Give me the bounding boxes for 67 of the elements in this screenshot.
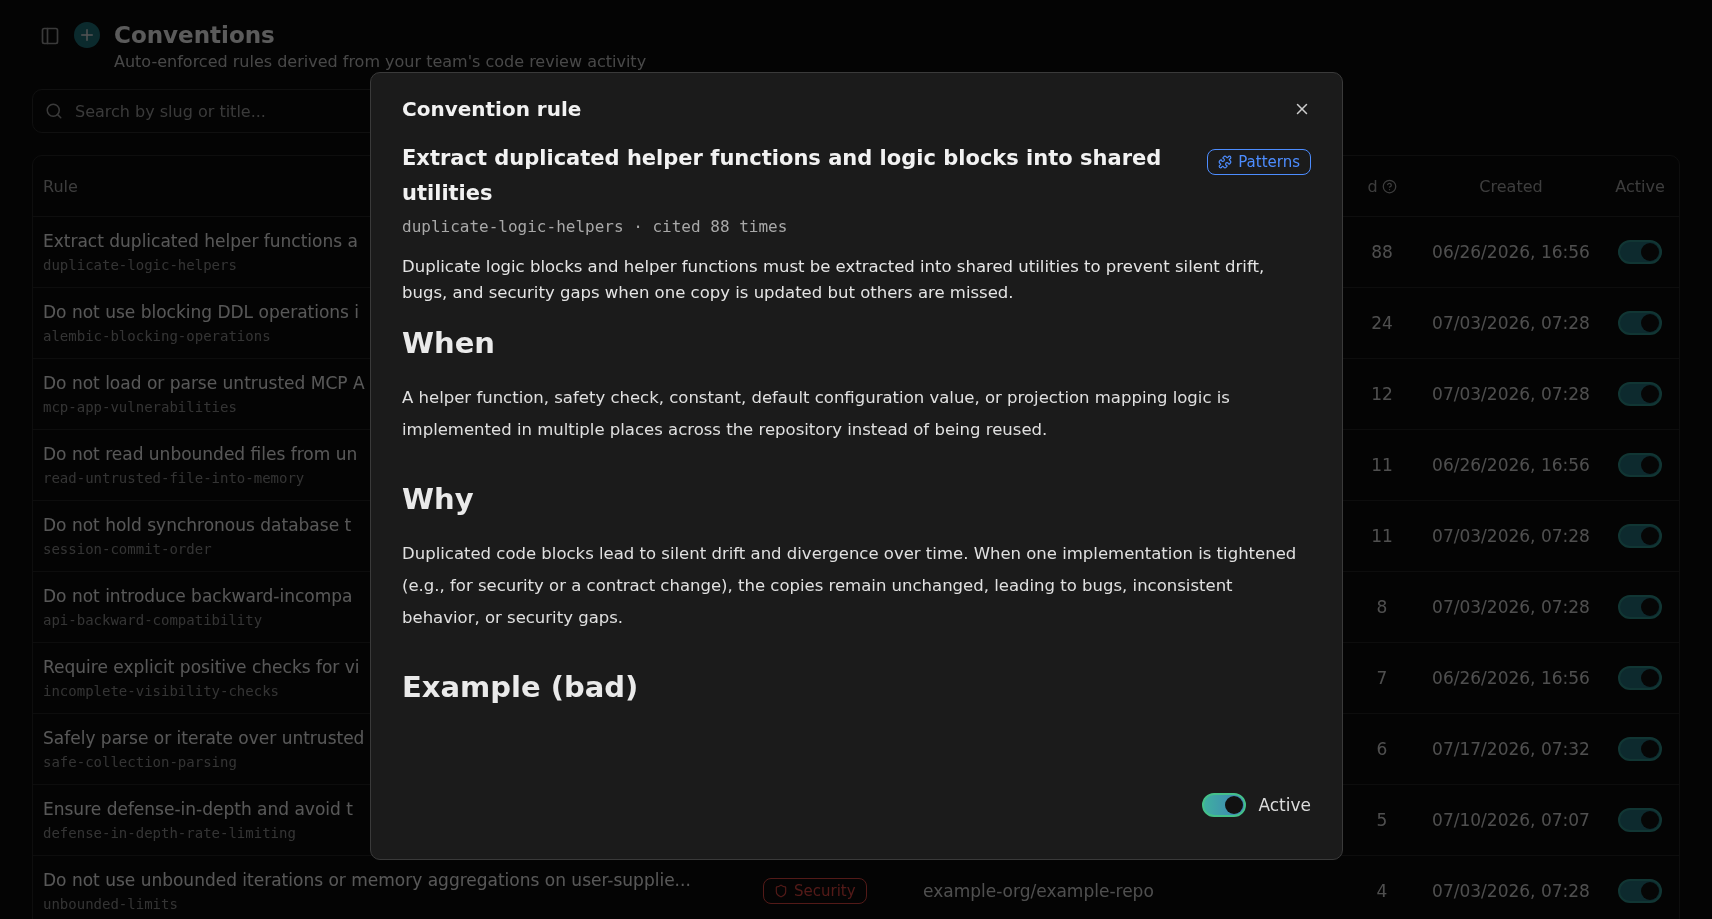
rule-title[interactable]: Require explicit positive checks for vi <box>43 657 360 677</box>
cited-count: 12 <box>1371 384 1393 404</box>
category-badge: Security <box>763 878 867 904</box>
rule-title[interactable]: Do not load or parse untrusted MCP A <box>43 373 365 393</box>
active-label: Active <box>1258 795 1311 815</box>
created-date: 07/03/2026, 07:28 <box>1432 881 1590 901</box>
page-title: Conventions <box>114 22 276 48</box>
section-heading: Example (bad) <box>402 670 640 704</box>
rule-title[interactable]: Do not use blocking DDL operations i <box>43 302 360 322</box>
column-header[interactable]: d <box>1367 176 1378 196</box>
plus-icon <box>78 26 96 44</box>
cited-count: 24 <box>1371 313 1393 333</box>
cited-count: 5 <box>1376 810 1388 830</box>
created-date: 07/03/2026, 07:28 <box>1432 597 1590 617</box>
toggle-switch[interactable] <box>1618 453 1662 477</box>
toggle-switch[interactable] <box>1618 808 1662 832</box>
rule-title[interactable]: Extract duplicated helper functions a <box>43 231 358 251</box>
created-date: 06/26/2026, 16:56 <box>1432 668 1590 688</box>
rule-description: Duplicate logic blocks and helper functions must be extracted into shared utilities to prevent silent drift, bugs, and security gaps when one copy is updated but others are missed. <box>402 256 1266 304</box>
toggle-switch[interactable] <box>1618 524 1662 548</box>
dialog-title: Convention rule <box>402 97 582 121</box>
category-badge: Patterns <box>1207 149 1311 175</box>
toggle-switch[interactable] <box>1618 666 1662 690</box>
cited-count: 7 <box>1376 668 1388 688</box>
rule-heading: Extract duplicated helper functions and logic blocks into shared utilities <box>402 145 1162 207</box>
toggle-switch[interactable] <box>1618 595 1662 619</box>
rule-meta: duplicate-logic-helpers · cited 88 times <box>402 217 789 236</box>
rule-title[interactable]: Ensure defense-in-depth and avoid t <box>43 799 353 819</box>
section-text: A helper function, safety check, constant, default configuration value, or projection mapping logic is implemented in multiple places across the repository instead of being reused. <box>402 387 1231 441</box>
toggle-switch[interactable] <box>1618 879 1662 903</box>
cited-count: 11 <box>1371 526 1393 546</box>
toggle-switch[interactable] <box>1618 311 1662 335</box>
rule-title[interactable]: Do not read unbounded files from un <box>43 444 358 464</box>
created-date: 07/17/2026, 07:32 <box>1432 739 1590 759</box>
search-icon <box>45 102 63 120</box>
created-date: 07/03/2026, 07:28 <box>1432 313 1590 333</box>
help-icon[interactable] <box>1381 178 1397 194</box>
column-header[interactable]: Created <box>1479 176 1543 196</box>
rule-title[interactable]: Safely parse or iterate over untrusted <box>43 728 365 748</box>
created-date: 07/03/2026, 07:28 <box>1432 384 1590 404</box>
cited-count: 11 <box>1371 455 1393 475</box>
cited-count: 6 <box>1376 739 1388 759</box>
rule-title[interactable]: Do not introduce backward-incompa <box>43 586 353 606</box>
cited-count: 4 <box>1376 881 1388 901</box>
toggle-switch[interactable] <box>1202 793 1247 817</box>
column-header[interactable]: Rule <box>43 176 78 196</box>
toggle-switch[interactable] <box>1618 382 1662 406</box>
created-date: 06/26/2026, 16:56 <box>1432 455 1590 475</box>
section-text: Duplicated code blocks lead to silent drift and divergence over time. When one implementation is tightened (e.g., for security or a contract change), the copies remain unchanged, leading to bugs, inconsistent behavior, or security gaps. <box>402 543 1298 629</box>
section-heading: When <box>402 326 496 360</box>
add-button[interactable] <box>74 22 100 48</box>
column-header[interactable]: Active <box>1615 176 1665 196</box>
cited-count: 88 <box>1371 242 1393 262</box>
sidebar-toggle-icon[interactable] <box>40 26 60 46</box>
repo-name: example-org/example-repo <box>923 881 1154 901</box>
page-subtitle: Auto-enforced rules derived from your team's code review activity <box>114 52 647 71</box>
created-date: 07/03/2026, 07:28 <box>1432 526 1590 546</box>
cited-count: 8 <box>1376 597 1388 617</box>
shield-icon <box>774 884 788 898</box>
toggle-switch[interactable] <box>1618 240 1662 264</box>
toggle-switch[interactable] <box>1618 737 1662 761</box>
rule-title[interactable]: Do not hold synchronous database t <box>43 515 352 535</box>
puzzle-icon <box>1218 155 1233 169</box>
rule-title[interactable]: Do not use unbounded iterations or memory aggregations on user-supplie... <box>43 870 691 890</box>
created-date: 07/10/2026, 07:07 <box>1432 810 1590 830</box>
created-date: 06/26/2026, 16:56 <box>1432 242 1590 262</box>
section-heading: Why <box>402 482 475 516</box>
